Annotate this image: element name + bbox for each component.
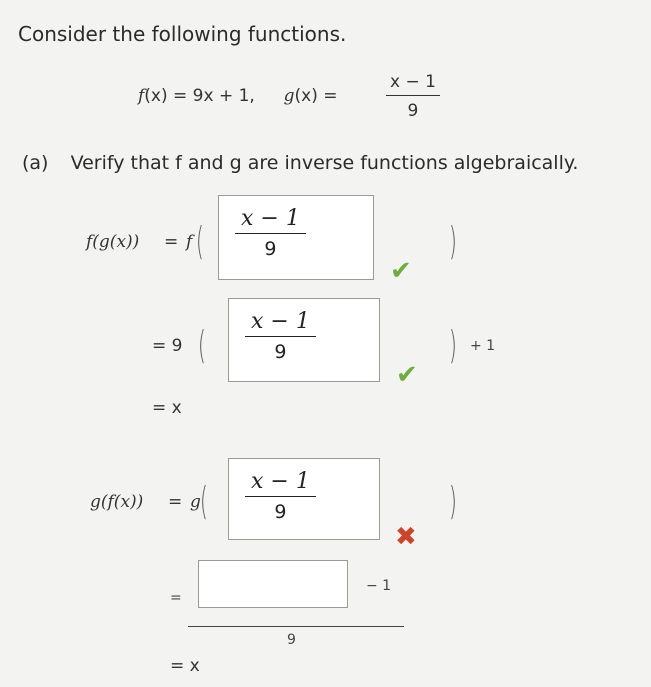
answer-box-3-fraction: x − 1 9 [245, 469, 316, 523]
gf-result: = x [170, 656, 200, 676]
g-definition-lhs: (x) = [294, 86, 338, 106]
fg-close-paren: ) [449, 218, 457, 264]
answer-box-2-fraction: x − 1 9 [245, 309, 316, 363]
fg-outer-f: f [186, 232, 193, 252]
g-name: g [283, 86, 295, 106]
g-fraction-numerator: x − 1 [390, 72, 436, 92]
fg-step2-open-paren: ( [198, 322, 206, 368]
part-a-label: (a) [22, 152, 49, 174]
fg-step2-close-paren: ) [449, 322, 457, 368]
fg-lhs: f(g(x)) [86, 232, 140, 252]
answer-box-1[interactable]: x − 1 9 [218, 195, 374, 280]
fg-result: = x [152, 398, 182, 418]
fraction-bar [386, 95, 440, 96]
answer-box-4[interactable] [198, 560, 348, 608]
gf-open-paren: ( [200, 478, 208, 524]
answer-box-3[interactable]: x − 1 9 [228, 458, 380, 540]
part-a-text: Verify that f and g are inverse function… [70, 152, 579, 174]
part-a-prompt: (a) Verify that f and g are inverse func… [22, 152, 578, 174]
answer-box-2[interactable]: x − 1 9 [228, 298, 380, 382]
fraction-bar [235, 233, 306, 234]
gf-step2-denominator: 9 [287, 632, 296, 648]
answer-box-2-denominator: 9 [274, 341, 287, 363]
cross-icon: ✖ [395, 522, 417, 552]
fg-open-paren: ( [196, 218, 204, 264]
problem-heading: Consider the following functions. [18, 22, 347, 46]
gf-step2-prefix: = [170, 590, 182, 606]
answer-box-1-numerator: x − 1 [241, 206, 300, 231]
answer-box-1-fraction: x − 1 9 [235, 206, 306, 260]
gf-step2-fraction-bar [188, 626, 404, 627]
f-definition: (x) = 9x + 1, [144, 86, 255, 106]
g-definition-fraction: x − 1 9 [386, 72, 440, 121]
gf-lhs: g(f(x)) [90, 492, 144, 512]
function-definitions: f(x) = 9x + 1, g(x) = [138, 86, 338, 106]
gf-step2-suffix: − 1 [366, 578, 392, 594]
g-fraction-denominator: 9 [407, 101, 419, 121]
answer-box-2-numerator: x − 1 [251, 309, 310, 334]
fraction-bar [245, 496, 316, 497]
fg-step2-suffix: + 1 [470, 338, 496, 354]
check-icon: ✔ [390, 256, 412, 286]
answer-box-3-numerator: x − 1 [251, 469, 310, 494]
gf-equals: = [168, 492, 183, 512]
gf-close-paren: ) [449, 478, 457, 524]
fg-step2-prefix: = 9 [152, 336, 183, 356]
fg-equals: = [164, 232, 179, 252]
answer-box-1-denominator: 9 [264, 238, 277, 260]
fraction-bar [245, 336, 316, 337]
answer-box-3-denominator: 9 [274, 501, 287, 523]
check-icon: ✔ [396, 360, 418, 390]
